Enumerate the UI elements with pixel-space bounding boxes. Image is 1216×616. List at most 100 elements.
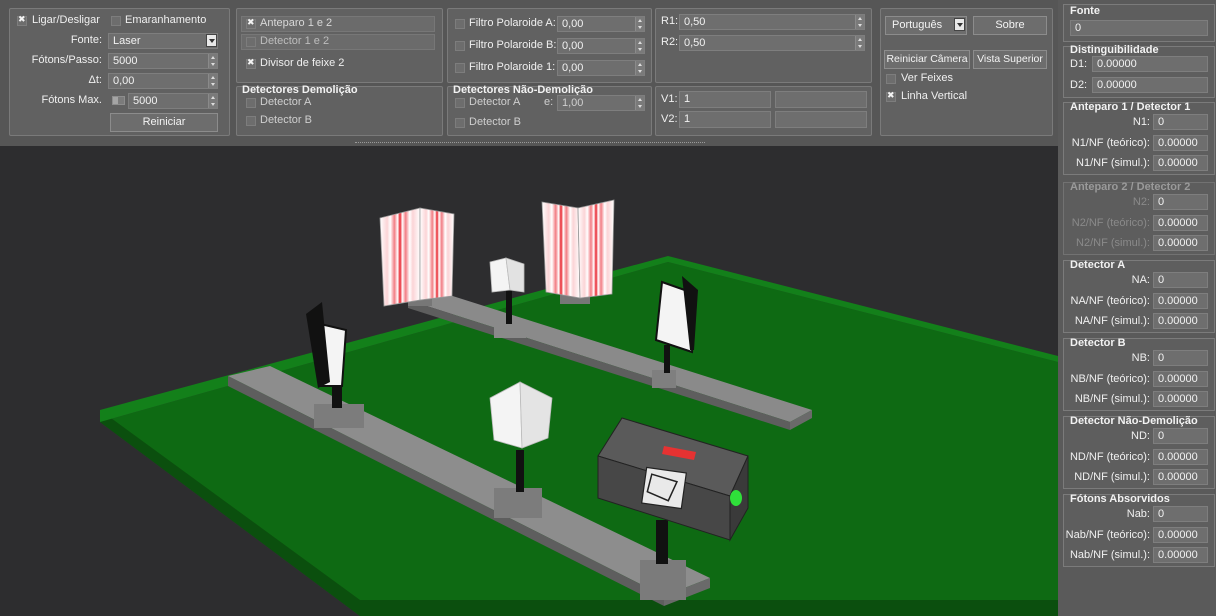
nab-label: Nab: bbox=[1126, 508, 1150, 520]
d1-value: 0.00000 bbox=[1097, 58, 1137, 70]
detector-b-section-title: Detector B bbox=[1070, 337, 1126, 349]
d2-field: 0.00000 bbox=[1092, 77, 1208, 93]
detector-checkbox[interactable] bbox=[246, 37, 256, 47]
demolition-detector-a-checkbox[interactable] bbox=[246, 98, 256, 108]
polaroid-b-checkbox[interactable] bbox=[455, 41, 465, 51]
efficiency-label: e: bbox=[544, 96, 554, 108]
polaroid-a-spinner-icon[interactable] bbox=[635, 17, 644, 31]
nab-simulated-value: 0.00000 bbox=[1158, 549, 1198, 561]
nondemolition-section-title: Detector Não-Demolição bbox=[1070, 415, 1198, 427]
anteparo-label: Anteparo 1 e 2 bbox=[260, 17, 333, 29]
beam-splitter-checkbox[interactable] bbox=[246, 57, 256, 69]
laser-led-icon bbox=[730, 490, 742, 506]
3d-viewport[interactable] bbox=[0, 146, 1058, 616]
nab-value: 0 bbox=[1158, 508, 1165, 520]
fotons-passo-value: 5000 bbox=[113, 55, 138, 67]
fotons-max-input[interactable]: 5000 bbox=[128, 93, 218, 109]
nondemolition-detector-b-checkbox[interactable] bbox=[455, 118, 465, 128]
nd-theoretical-label: ND/NF (teórico): bbox=[1069, 451, 1150, 463]
screen-1-section-title: Anteparo 1 / Detector 1 bbox=[1070, 101, 1191, 113]
v1-input[interactable]: 1 bbox=[679, 91, 771, 108]
r1-spinner-icon[interactable] bbox=[855, 15, 864, 29]
show-beams-label: Ver Feixes bbox=[901, 72, 953, 84]
d2-label: D2: bbox=[1070, 79, 1088, 91]
fotons-max-toggle[interactable] bbox=[112, 96, 125, 105]
n1-simulated-value: 0.00000 bbox=[1158, 157, 1198, 169]
polaroid-1-value: 0,00 bbox=[562, 62, 584, 74]
na-value: 0 bbox=[1158, 274, 1165, 286]
v1-extra-field[interactable] bbox=[775, 91, 867, 108]
n1-theoretical-label: N1/NF (teórico): bbox=[1071, 137, 1150, 149]
nd-theoretical-field: 0.00000 bbox=[1153, 449, 1208, 465]
dt-input[interactable]: 0,00 bbox=[108, 73, 218, 89]
nd-theoretical-value: 0.00000 bbox=[1158, 451, 1198, 463]
v2-extra-field[interactable] bbox=[775, 111, 867, 128]
polaroid-a-input[interactable]: 0,00 bbox=[557, 16, 645, 32]
efficiency-spinner-icon[interactable] bbox=[635, 96, 644, 110]
r2-input[interactable]: 0,50 bbox=[679, 35, 865, 51]
fotons-max-spinner-icon[interactable] bbox=[208, 94, 217, 108]
nab-theoretical-field: 0.00000 bbox=[1153, 527, 1208, 543]
na-label: NA: bbox=[1131, 274, 1150, 286]
anteparo-checkbox[interactable] bbox=[246, 17, 256, 29]
r1-value: 0,50 bbox=[684, 16, 706, 28]
demolition-detector-b-checkbox[interactable] bbox=[246, 116, 256, 126]
power-checkbox[interactable] bbox=[17, 14, 27, 26]
fonte-select[interactable]: Laser bbox=[108, 33, 218, 49]
polaroid-1-spinner-icon[interactable] bbox=[635, 61, 644, 75]
absorbed-section-title: Fótons Absorvidos bbox=[1070, 493, 1170, 505]
r1-input[interactable]: 0,50 bbox=[679, 14, 865, 30]
distinguishability-title: Distinguibilidade bbox=[1070, 44, 1159, 56]
entanglement-checkbox[interactable] bbox=[111, 16, 121, 26]
nb-theoretical-label: NB/NF (teórico): bbox=[1070, 373, 1150, 385]
fonte-dropdown-icon[interactable] bbox=[206, 34, 217, 47]
efficiency-input[interactable]: 1,00 bbox=[557, 95, 645, 111]
nondemolition-detector-a-checkbox[interactable] bbox=[455, 98, 465, 108]
polaroid-a-value: 0,00 bbox=[562, 18, 584, 30]
reset-camera-button[interactable]: Reiniciar Câmera bbox=[884, 50, 970, 69]
interferometer-scene bbox=[100, 199, 1058, 616]
n2-simulated-value: 0.00000 bbox=[1158, 237, 1198, 249]
v1-value: 1 bbox=[684, 93, 691, 105]
vertical-line-checkbox[interactable] bbox=[886, 90, 896, 102]
n2-value: 0 bbox=[1158, 196, 1165, 208]
beam-splitter-label: Divisor de feixe 2 bbox=[260, 57, 345, 69]
show-beams-checkbox[interactable] bbox=[886, 74, 896, 84]
nb-simulated-value: 0.00000 bbox=[1158, 393, 1198, 405]
v2-label: V2: bbox=[661, 113, 678, 125]
nab-simulated-field: 0.00000 bbox=[1153, 547, 1208, 563]
fonte-label: Fonte: bbox=[70, 34, 102, 46]
v2-input[interactable]: 1 bbox=[679, 111, 771, 128]
nd-label: ND: bbox=[1131, 430, 1150, 442]
nondemolition-detector-b-label: Detector B bbox=[469, 116, 521, 128]
dt-spinner-icon[interactable] bbox=[208, 74, 217, 88]
polaroid-b-spinner-icon[interactable] bbox=[635, 39, 644, 53]
power-label: Ligar/Desligar bbox=[32, 14, 100, 26]
top-view-button[interactable]: Vista Superior bbox=[973, 50, 1047, 69]
n1-field: 0 bbox=[1153, 114, 1208, 130]
polaroid-b-input[interactable]: 0,00 bbox=[557, 38, 645, 54]
v2-value: 1 bbox=[684, 113, 691, 125]
fotons-max-label: Fótons Max. bbox=[41, 94, 102, 106]
about-button[interactable]: Sobre bbox=[973, 16, 1047, 35]
polaroid-1-input[interactable]: 0,00 bbox=[557, 60, 645, 76]
polaroid-1-checkbox[interactable] bbox=[455, 63, 465, 73]
na-theoretical-label: NA/NF (teórico): bbox=[1070, 295, 1150, 307]
n1-value: 0 bbox=[1158, 116, 1165, 128]
language-dropdown-icon[interactable] bbox=[954, 18, 965, 31]
polaroid-a-checkbox[interactable] bbox=[455, 19, 465, 29]
na-simulated-label: NA/NF (simul.): bbox=[1074, 315, 1150, 327]
fonte-count-value: 0 bbox=[1075, 22, 1082, 34]
nab-theoretical-label: Nab/NF (teórico): bbox=[1065, 529, 1150, 541]
r2-spinner-icon[interactable] bbox=[855, 36, 864, 50]
nd-field: 0 bbox=[1153, 428, 1208, 444]
r2-value: 0,50 bbox=[684, 37, 706, 49]
reset-button[interactable]: Reiniciar bbox=[110, 113, 218, 132]
fotons-passo-input[interactable]: 5000 bbox=[108, 53, 218, 69]
nb-value: 0 bbox=[1158, 352, 1165, 364]
n2-simulated-label: N2/NF (simul.): bbox=[1076, 237, 1150, 249]
horizontal-splitter-handle[interactable] bbox=[355, 142, 705, 144]
fotons-passo-spinner-icon[interactable] bbox=[208, 54, 217, 68]
v1-label: V1: bbox=[661, 93, 678, 105]
n2-label: N2: bbox=[1132, 196, 1150, 208]
